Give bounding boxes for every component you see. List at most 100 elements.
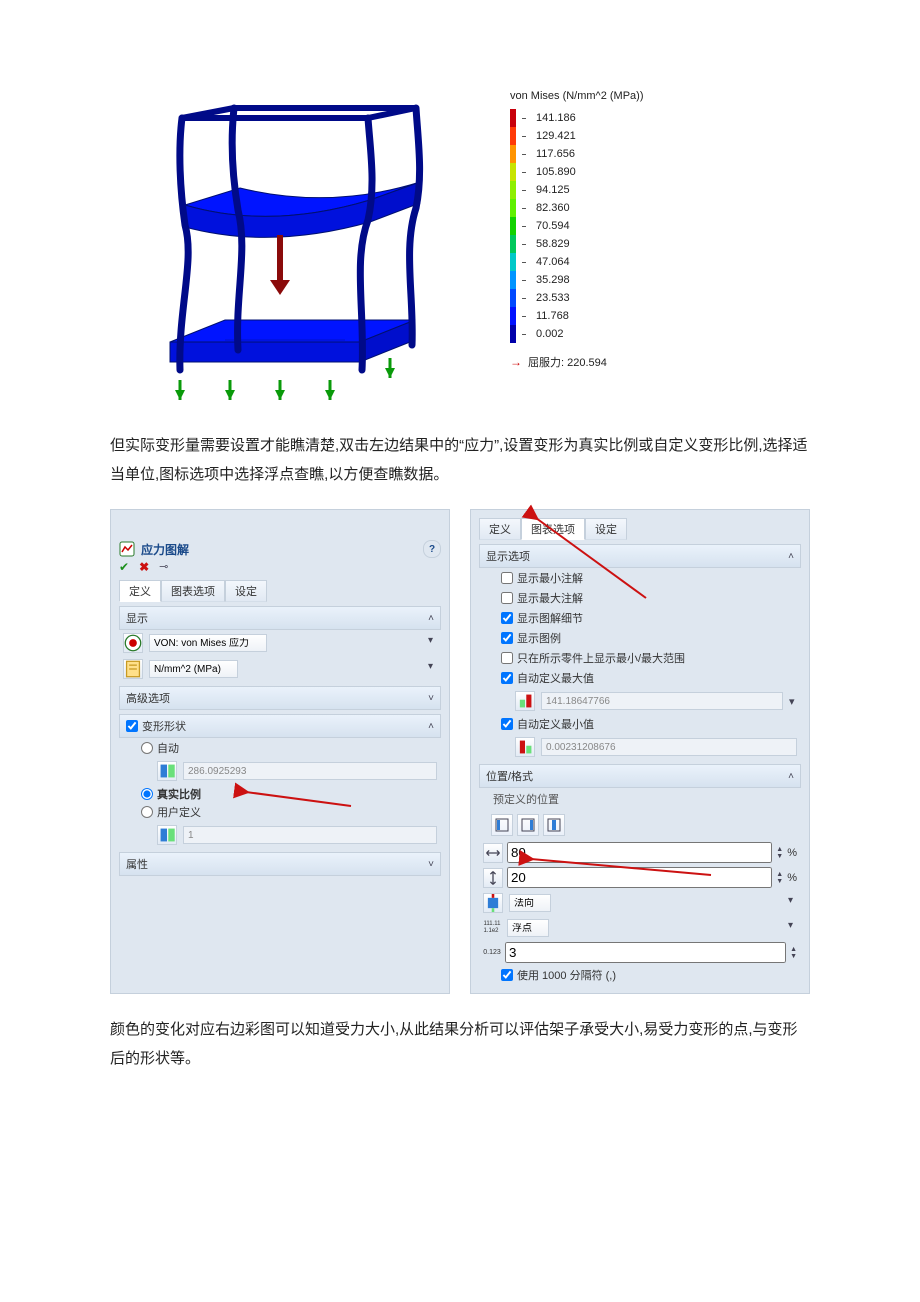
legend-swatch — [510, 163, 516, 181]
stress-plot-panel: 应力图解 ? ✔ ✖ ⊸ 定义 图表选项 设定 显示˄ VON: von Mis… — [110, 509, 450, 994]
legend-value: 35.298 — [536, 274, 570, 286]
section-advanced[interactable]: 高级选项˅ — [119, 686, 441, 710]
cb-show-max[interactable] — [501, 592, 513, 604]
legend-row: 129.421 — [510, 127, 710, 145]
spin-down[interactable]: ▼ — [790, 953, 797, 960]
section-display[interactable]: 显示˄ — [119, 606, 441, 630]
cb-auto-max[interactable] — [501, 672, 513, 684]
legend-value: 105.890 — [536, 166, 576, 178]
format-icon: 111.111.1e2 — [483, 919, 501, 937]
yield-label: 屈服力: 220.594 — [528, 354, 607, 370]
tab-settings[interactable]: 设定 — [585, 518, 627, 540]
section-display-options[interactable]: 显示选项˄ — [479, 544, 801, 568]
legend-swatch — [510, 307, 516, 325]
decimals-input[interactable] — [505, 942, 786, 963]
cb-show-legend[interactable] — [501, 632, 513, 644]
chevron-down-icon: ˅ — [428, 693, 434, 704]
legend-row: 11.768 — [510, 307, 710, 325]
legend-value: 58.829 — [536, 238, 570, 250]
result-type-select[interactable]: VON: von Mises 应力 — [149, 634, 267, 652]
decimals-icon: 0.123 — [483, 944, 501, 962]
tab-settings[interactable]: 设定 — [225, 580, 267, 602]
ok-icon[interactable]: ✔ — [119, 560, 129, 574]
legend-swatch — [510, 199, 516, 217]
legend-row: 58.829 — [510, 235, 710, 253]
legend-title: von Mises (N/mm^2 (MPa)) — [510, 90, 710, 102]
tab-definition[interactable]: 定义 — [119, 580, 161, 602]
chevron-up-icon: ˄ — [788, 771, 794, 782]
legend-swatch — [510, 271, 516, 289]
yield-arrow-icon: → — [510, 355, 522, 369]
width-input[interactable] — [507, 842, 772, 863]
auto-max-value — [541, 692, 783, 710]
cb-thousand-sep[interactable] — [501, 969, 513, 981]
help-icon[interactable]: ? — [423, 540, 441, 558]
legend-value: 0.002 — [536, 328, 564, 340]
result-type-icon — [123, 633, 143, 653]
legend-row: 94.125 — [510, 181, 710, 199]
section-pos-format[interactable]: 位置/格式˄ — [479, 764, 801, 788]
spin-down[interactable]: ▼ — [776, 878, 783, 885]
pos-right-btn[interactable] — [517, 814, 539, 836]
legend-row: 141.186 — [510, 109, 710, 127]
legend-swatch — [510, 181, 516, 199]
legend-value: 70.594 — [536, 220, 570, 232]
chevron-down-icon: ˅ — [428, 859, 434, 870]
pos-center-btn[interactable] — [543, 814, 565, 836]
scale-icon — [157, 761, 177, 781]
spin-up[interactable]: ▲ — [776, 871, 783, 878]
unit-select[interactable]: N/mm^2 (MPa) — [149, 660, 238, 678]
deform-shape-checkbox[interactable] — [126, 720, 138, 732]
tab-definition[interactable]: 定义 — [479, 518, 521, 540]
legend-value: 141.186 — [536, 112, 576, 124]
simulation-result-figure: von Mises (N/mm^2 (MPa)) 141.186 129.421 1… — [110, 90, 810, 410]
legend-swatch — [510, 217, 516, 235]
legend-value: 82.360 — [536, 202, 570, 214]
legend-row: 82.360 — [510, 199, 710, 217]
min-icon — [515, 737, 535, 757]
tabs-left: 定义 图表选项 设定 — [119, 580, 441, 602]
radio-true-scale[interactable] — [141, 788, 153, 800]
radio-user-defined[interactable] — [141, 806, 153, 818]
chevron-up-icon: ˄ — [788, 551, 794, 562]
legend-swatch — [510, 127, 516, 145]
scale-icon — [157, 825, 177, 845]
pos-left-btn[interactable] — [491, 814, 513, 836]
auto-min-value — [541, 738, 797, 756]
legend-row: 47.064 — [510, 253, 710, 271]
auto-scale-input — [183, 762, 437, 780]
legend-swatch — [510, 145, 516, 163]
cb-only-range[interactable] — [501, 652, 513, 664]
spin-down[interactable]: ▼ — [776, 853, 783, 860]
cb-auto-min[interactable] — [501, 718, 513, 730]
legend-value: 23.533 — [536, 292, 570, 304]
section-deform[interactable]: 变形形状 ˄ — [119, 714, 441, 738]
spin-up[interactable]: ▲ — [776, 846, 783, 853]
legend-row: 105.890 — [510, 163, 710, 181]
cancel-icon[interactable]: ✖ — [139, 560, 149, 574]
yield-row: → 屈服力: 220.594 — [510, 354, 710, 370]
radio-auto[interactable] — [141, 742, 153, 754]
orientation-select[interactable]: 法向 — [509, 894, 551, 912]
pushpin-icon[interactable]: ⊸ — [159, 560, 168, 574]
legend-value: 94.125 — [536, 184, 570, 196]
spin-up[interactable]: ▲ — [790, 946, 797, 953]
legend-row: 70.594 — [510, 217, 710, 235]
legend-swatch — [510, 325, 516, 343]
tab-chart-options[interactable]: 图表选项 — [521, 518, 585, 540]
chevron-up-icon: ˄ — [428, 613, 434, 624]
height-input[interactable] — [507, 867, 772, 888]
legend-value: 11.768 — [536, 310, 569, 322]
chart-options-panel: 定义 图表选项 设定 显示选项˄ 显示最小注解 显示最大注解 显示图解细节 显示… — [470, 509, 810, 994]
deformed-model — [130, 90, 440, 410]
legend-swatch — [510, 289, 516, 307]
number-format-select[interactable]: 浮点 — [507, 919, 549, 937]
cb-show-detail[interactable] — [501, 612, 513, 624]
legend-row: 23.533 — [510, 289, 710, 307]
tab-chart-options[interactable]: 图表选项 — [161, 580, 225, 602]
cb-show-min[interactable] — [501, 572, 513, 584]
user-scale-input — [183, 826, 437, 844]
legend-swatch — [510, 109, 516, 127]
unit-icon — [123, 659, 143, 679]
section-properties[interactable]: 属性˅ — [119, 852, 441, 876]
